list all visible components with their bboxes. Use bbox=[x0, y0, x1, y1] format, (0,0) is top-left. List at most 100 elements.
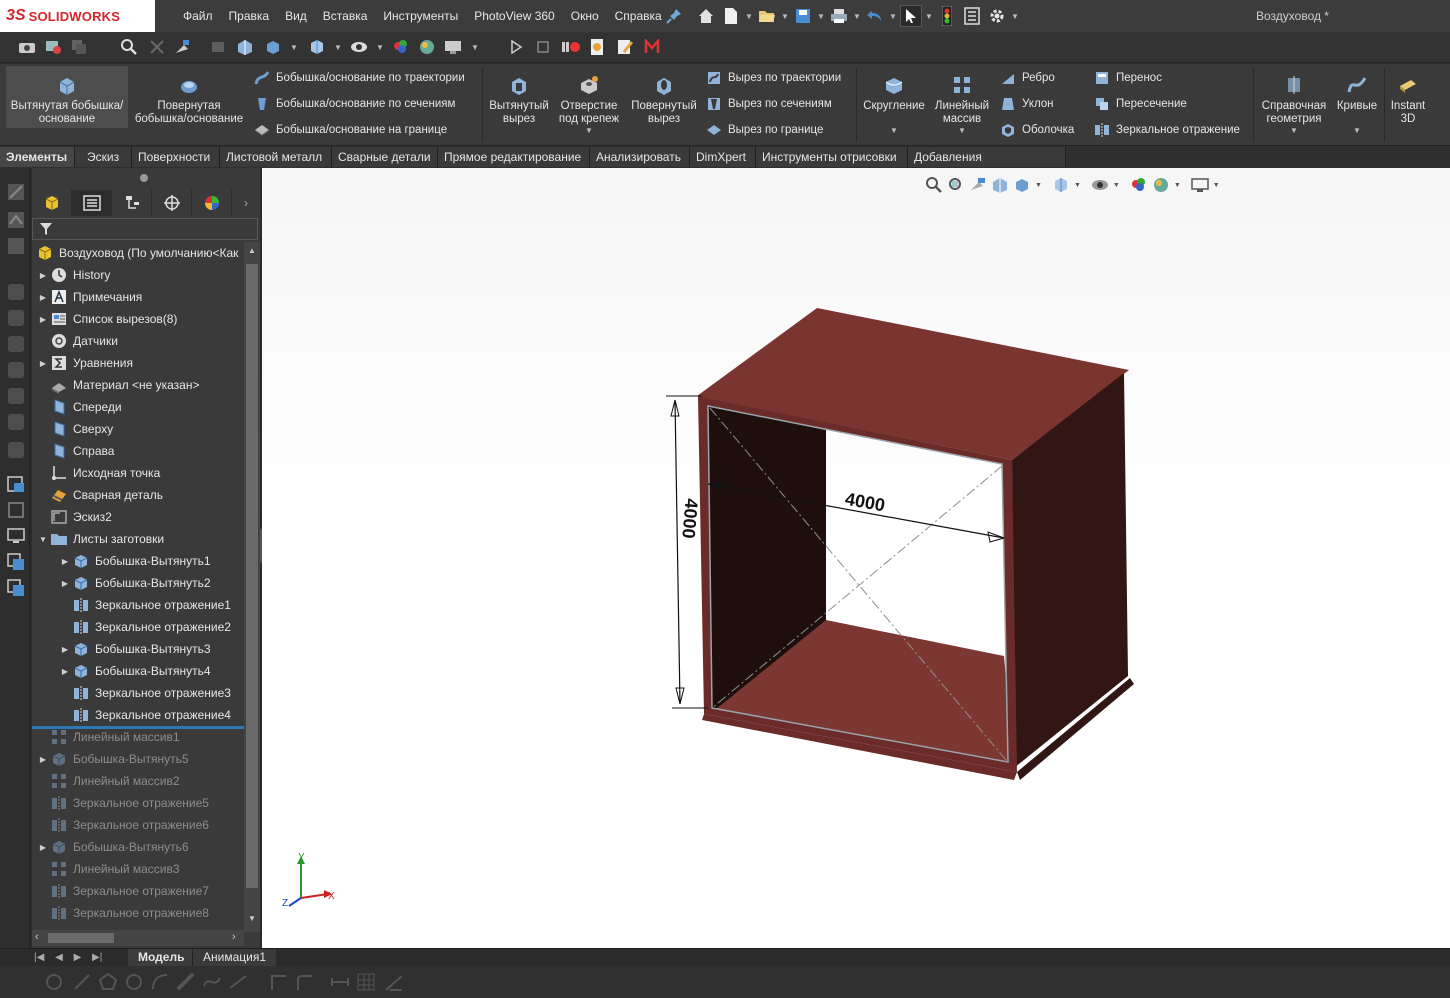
scene-icon[interactable] bbox=[416, 36, 438, 58]
save-icon[interactable] bbox=[792, 5, 814, 27]
expand-arrow-icon[interactable]: ▶ bbox=[58, 667, 72, 676]
h-scroll-thumb[interactable] bbox=[48, 933, 114, 943]
standard-views-icon[interactable] bbox=[208, 36, 230, 58]
view-settings-icon[interactable] bbox=[442, 36, 464, 58]
chevron-down-icon[interactable]: ▼ bbox=[925, 12, 933, 21]
hide-show-icon[interactable] bbox=[1091, 179, 1109, 191]
scroll-down-icon[interactable]: ▼ bbox=[248, 914, 256, 923]
chevron-down-icon[interactable]: ▼ bbox=[781, 12, 789, 21]
chevron-down-icon[interactable]: ▼ bbox=[1113, 182, 1120, 189]
circle-tool-icon[interactable] bbox=[44, 972, 64, 992]
snapshot-icon[interactable] bbox=[42, 36, 64, 58]
tree-vertical-scrollbar[interactable]: ▲ ▼ bbox=[244, 242, 260, 932]
scroll-left-icon[interactable]: ‹ bbox=[35, 931, 39, 943]
pin-icon[interactable] bbox=[666, 8, 682, 24]
edit-appearance-icon[interactable] bbox=[1130, 176, 1148, 194]
spline-tool-icon[interactable] bbox=[202, 972, 222, 992]
zoom-to-fit-icon[interactable] bbox=[118, 36, 140, 58]
tree-item[interactable]: ▶ Бобышка-Вытянуть4 bbox=[54, 660, 211, 682]
view-settings-icon[interactable] bbox=[1191, 177, 1209, 193]
menu-window[interactable]: Окно bbox=[563, 0, 607, 32]
tree-item[interactable]: Зеркальное отражение2 bbox=[54, 616, 231, 638]
print-icon[interactable] bbox=[828, 5, 850, 27]
tree-item[interactable]: Сверху bbox=[32, 418, 113, 440]
dimxpert-manager-tab[interactable] bbox=[152, 190, 192, 216]
tab-direct-editing[interactable]: Прямое редактирование bbox=[438, 147, 590, 167]
chevron-down-icon[interactable]: ▼ bbox=[889, 12, 897, 21]
tree-item[interactable]: Линейный массив2 bbox=[32, 770, 180, 792]
custom-properties-icon[interactable] bbox=[6, 578, 26, 598]
sweep-boss-button[interactable]: Бобышка/основание по траектории bbox=[254, 68, 465, 88]
menu-photoview[interactable]: PhotoView 360 bbox=[466, 0, 563, 32]
more-tabs-chevron-icon[interactable]: › bbox=[232, 190, 260, 216]
section-view-icon[interactable] bbox=[991, 176, 1009, 194]
tree-item[interactable]: ▶ Примечания bbox=[32, 286, 142, 308]
instant-3d-button[interactable]: Instant 3D bbox=[1386, 66, 1430, 128]
tab-animation[interactable]: Анимация1 bbox=[192, 949, 277, 967]
new-document-icon[interactable] bbox=[720, 5, 742, 27]
tab-surfaces[interactable]: Поверхности bbox=[132, 147, 220, 167]
expand-arrow-icon[interactable]: ▼ bbox=[36, 535, 50, 544]
tree-item[interactable]: ▶ Бобышка-Вытянуть5 bbox=[32, 748, 189, 770]
chevron-down-icon[interactable]: ▼ bbox=[958, 126, 966, 135]
copy-view-icon[interactable] bbox=[68, 36, 90, 58]
expand-arrow-icon[interactable]: ▶ bbox=[36, 359, 50, 368]
first-tab-icon[interactable]: |◀ bbox=[34, 952, 44, 963]
chevron-down-icon[interactable]: ▼ bbox=[369, 36, 391, 58]
convert-entities-icon[interactable] bbox=[294, 972, 314, 992]
circle-tool-icon[interactable] bbox=[124, 972, 144, 992]
rollback-bar[interactable] bbox=[32, 726, 244, 729]
tree-item[interactable]: ▶ Бобышка-Вытянуть1 bbox=[54, 550, 211, 572]
previous-tab-icon[interactable]: ◀ bbox=[55, 952, 63, 963]
shell-button[interactable]: Оболочка bbox=[1000, 120, 1074, 140]
draft-button[interactable]: Уклон bbox=[1000, 94, 1054, 114]
part-icon[interactable] bbox=[6, 334, 26, 354]
menu-insert[interactable]: Вставка bbox=[315, 0, 376, 32]
tree-item[interactable]: ▶ Бобышка-Вытянуть2 bbox=[54, 572, 211, 594]
next-tab-icon[interactable]: ▶ bbox=[74, 952, 82, 963]
offset-tool-icon[interactable] bbox=[268, 972, 288, 992]
dimension-horizontal-value[interactable]: 4000 bbox=[844, 489, 887, 516]
appearances-icon[interactable] bbox=[6, 552, 26, 572]
tree-item[interactable]: Зеркальное отражение4 bbox=[54, 704, 231, 726]
revolve-boss-button[interactable]: Повернутая бобышка/основание bbox=[130, 66, 248, 128]
chevron-down-icon[interactable]: ▼ bbox=[745, 12, 753, 21]
undo-icon[interactable] bbox=[864, 5, 886, 27]
expand-arrow-icon[interactable]: ▶ bbox=[36, 293, 50, 302]
tree-item[interactable]: Материал <не указан> bbox=[32, 374, 199, 396]
zoom-area-icon[interactable] bbox=[947, 176, 965, 194]
chevron-down-icon[interactable]: ▼ bbox=[817, 12, 825, 21]
chevron-down-icon[interactable]: ▼ bbox=[1290, 126, 1298, 135]
scroll-up-icon[interactable]: ▲ bbox=[248, 246, 256, 255]
tree-horizontal-scrollbar[interactable]: ‹ › bbox=[32, 930, 244, 946]
extrude-boss-button[interactable]: Вытянутая бобышка/основание bbox=[6, 66, 128, 128]
solidworks-logo[interactable]: 3S SOLIDWORKS bbox=[0, 0, 155, 32]
view-palette-icon[interactable] bbox=[6, 474, 26, 494]
expand-arrow-icon[interactable]: ▶ bbox=[58, 557, 72, 566]
file-properties-icon[interactable] bbox=[961, 5, 983, 27]
view-orientation-icon[interactable] bbox=[262, 36, 284, 58]
display-style-icon[interactable] bbox=[1052, 176, 1070, 194]
stop-icon[interactable] bbox=[532, 36, 554, 58]
panel-splitter-handle[interactable] bbox=[140, 174, 148, 182]
fillet-button[interactable]: Скругление bbox=[860, 66, 928, 128]
rib-button[interactable]: Ребро bbox=[1000, 68, 1055, 88]
tree-item[interactable]: ▶ History bbox=[32, 264, 110, 286]
sketch-tool-icon[interactable] bbox=[6, 182, 26, 202]
display-style-icon[interactable] bbox=[306, 36, 328, 58]
tree-item[interactable]: Справа bbox=[32, 440, 114, 462]
menu-file[interactable]: Файл bbox=[175, 0, 221, 32]
design-library-icon[interactable] bbox=[6, 500, 26, 520]
curves-button[interactable]: Кривые bbox=[1334, 66, 1380, 128]
boundary-cut-button[interactable]: Вырез по границе bbox=[706, 120, 823, 140]
intersect-button[interactable]: Пересечение bbox=[1094, 94, 1187, 114]
chevron-down-icon[interactable]: ▼ bbox=[1035, 182, 1042, 189]
tab-solidworks-addins[interactable]: Добавления SOLIDWORKS bbox=[908, 147, 1066, 184]
tree-item[interactable]: Датчики bbox=[32, 330, 118, 352]
hole-wizard-button[interactable]: Отверстие под крепеж bbox=[554, 66, 624, 128]
home-icon[interactable] bbox=[695, 5, 717, 27]
chevron-down-icon[interactable]: ▼ bbox=[1213, 182, 1220, 189]
tree-item[interactable]: Исходная точка bbox=[32, 462, 160, 484]
record-macro-icon[interactable] bbox=[560, 36, 582, 58]
extrude-cut-button[interactable]: Вытянутый вырез bbox=[486, 66, 552, 128]
